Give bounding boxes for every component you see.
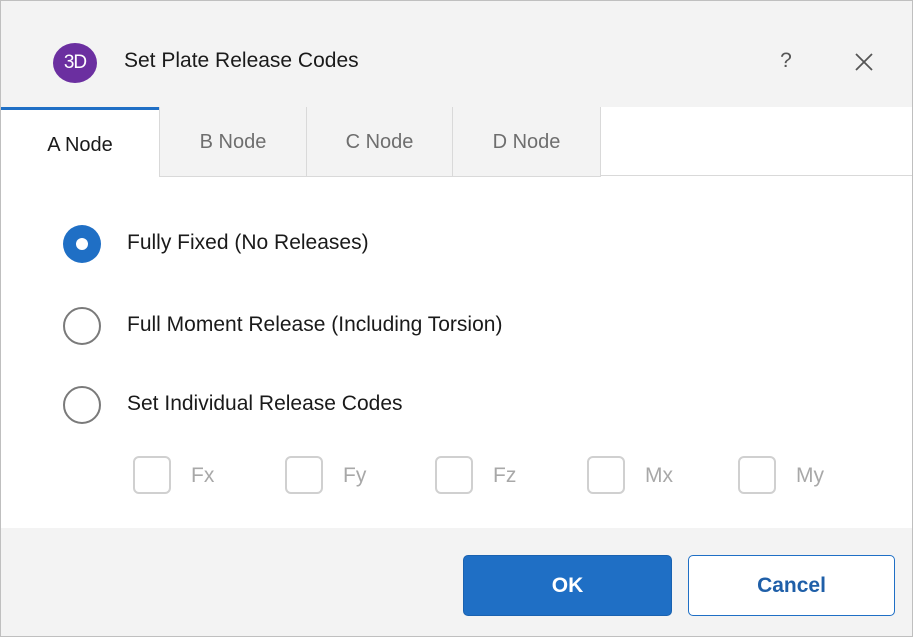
tab-divider	[601, 175, 912, 176]
checkbox-box[interactable]	[587, 456, 625, 494]
help-button[interactable]: ?	[771, 45, 801, 77]
checkbox-label-my: My	[796, 464, 824, 487]
checkbox-box[interactable]	[133, 456, 171, 494]
tab-a-node[interactable]: A Node	[1, 107, 159, 177]
checkbox-label-mx: Mx	[645, 464, 673, 487]
node-tabs: A Node B Node C Node D Node	[1, 107, 912, 177]
dialog-footer: OK Cancel	[1, 528, 912, 636]
checkbox-box[interactable]	[738, 456, 776, 494]
tab-d-node[interactable]: D Node	[452, 107, 601, 177]
radio-label-set-individual-codes: Set Individual Release Codes	[127, 392, 403, 415]
radio-button[interactable]	[63, 307, 101, 345]
dialog-title: Set Plate Release Codes	[124, 49, 359, 72]
app-3d-icon: 3D	[53, 43, 97, 83]
checkbox-box[interactable]	[435, 456, 473, 494]
set-plate-release-codes-dialog: 3D Set Plate Release Codes ? A Node B No…	[0, 0, 913, 637]
radio-dot	[76, 238, 88, 250]
close-button[interactable]	[847, 45, 881, 79]
radio-button-selected[interactable]	[63, 225, 101, 263]
close-icon	[855, 53, 873, 71]
checkbox-box[interactable]	[285, 456, 323, 494]
radio-label-fully-fixed: Fully Fixed (No Releases)	[127, 231, 369, 254]
ok-button[interactable]: OK	[463, 555, 672, 616]
tab-c-node[interactable]: C Node	[306, 107, 452, 177]
cancel-button[interactable]: Cancel	[688, 555, 895, 616]
tab-b-node[interactable]: B Node	[159, 107, 306, 177]
checkbox-label-fz: Fz	[493, 464, 517, 487]
radio-button[interactable]	[63, 386, 101, 424]
title-bar: 3D Set Plate Release Codes ?	[1, 1, 912, 107]
radio-label-full-moment-release: Full Moment Release (Including Torsion)	[127, 313, 503, 336]
checkbox-label-fy: Fy	[343, 464, 367, 487]
checkbox-label-fx: Fx	[191, 464, 215, 487]
